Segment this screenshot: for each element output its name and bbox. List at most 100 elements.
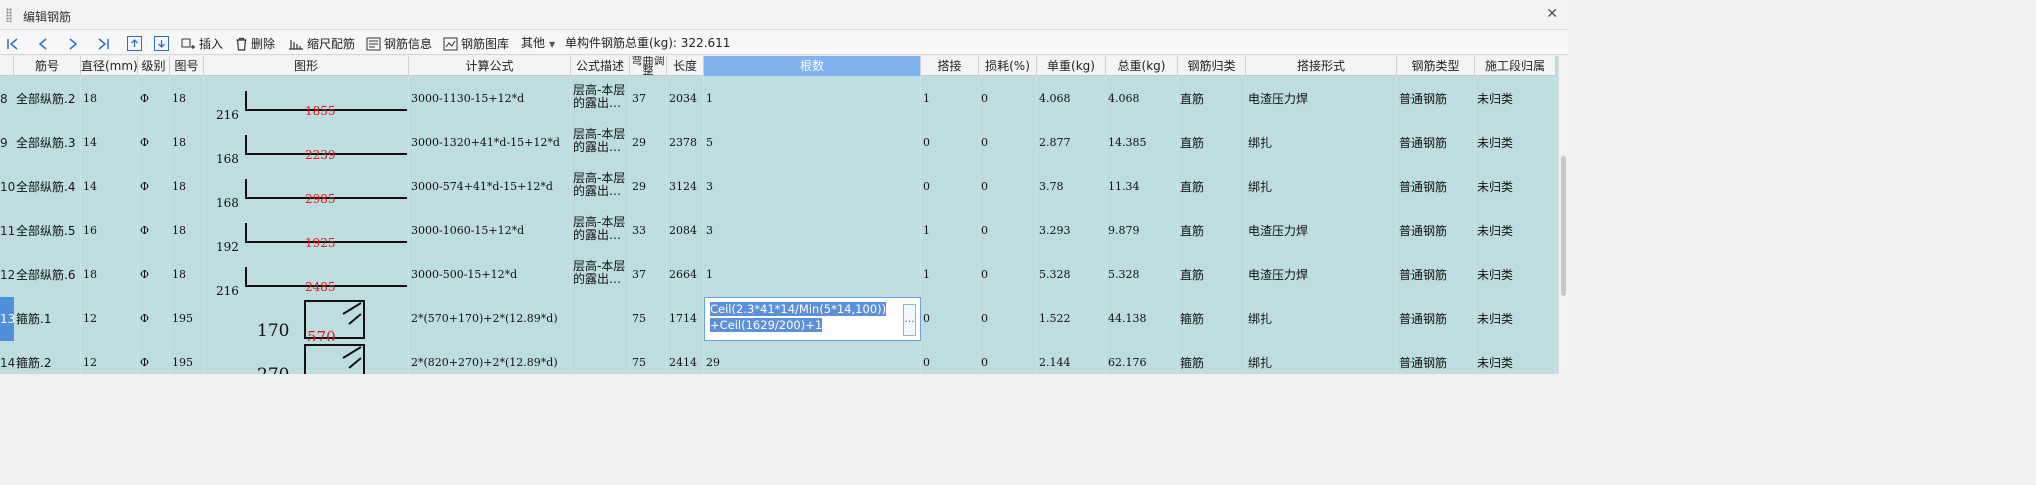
cell-length[interactable]: 2664	[667, 253, 704, 297]
cell-formula[interactable]: 3000-574+41*d-15+12*d	[409, 165, 571, 209]
cell-cat[interactable]: 直筋	[1178, 121, 1246, 165]
cell-dia[interactable]: 12	[81, 341, 138, 374]
cell-fig[interactable]: 18	[170, 253, 204, 297]
row-number[interactable]: 11	[0, 209, 15, 253]
cell-lap[interactable]: 1	[921, 77, 979, 121]
formula-edit-button[interactable]: ...	[903, 304, 916, 336]
cell-fig[interactable]: 18	[170, 165, 204, 209]
cell-type[interactable]: 普通钢筋	[1397, 297, 1475, 341]
cell-cat[interactable]: 箍筋	[1178, 341, 1246, 374]
cell-fig[interactable]: 195	[170, 297, 204, 341]
cell-lap[interactable]: 0	[921, 121, 979, 165]
header-rebar-type[interactable]: 钢筋类型	[1397, 56, 1475, 76]
cell-formula[interactable]: 2*(570+170)+2*(12.89*d)	[409, 297, 571, 341]
cell-formula[interactable]: 3000-1130-15+12*d	[409, 77, 571, 121]
cell-count[interactable]: 29	[704, 341, 921, 374]
cell-unit-w[interactable]: 5.328	[1037, 253, 1106, 297]
cell-length[interactable]: 3124	[667, 165, 704, 209]
cell-dia[interactable]: 18	[81, 253, 138, 297]
cell-type[interactable]: 普通钢筋	[1397, 77, 1475, 121]
cell-length[interactable]: 2414	[667, 341, 704, 374]
header-formula-desc[interactable]: 公式描述	[571, 56, 630, 76]
header-grade[interactable]: 级别	[138, 56, 170, 76]
cell-stage[interactable]: 未归类	[1475, 121, 1556, 165]
cell-cat[interactable]: 直筋	[1178, 253, 1246, 297]
previous-record-button[interactable]	[36, 35, 50, 51]
cell-desc[interactable]: 层高-本层的露出…	[571, 121, 630, 165]
cell-unit-w[interactable]: 3.78	[1037, 165, 1106, 209]
cell-unit-w[interactable]: 2.877	[1037, 121, 1106, 165]
table-row[interactable]: 14箍筋.212Φ195 270 820 2*(820+270)+2*(12.89*d…	[0, 341, 1556, 374]
cell-cat[interactable]: 直筋	[1178, 209, 1246, 253]
drag-grip-icon[interactable]	[6, 8, 12, 22]
rebar-library-button[interactable]: 钢筋图库	[443, 35, 509, 51]
cell-unit-w[interactable]: 4.068	[1037, 77, 1106, 121]
header-fig-no[interactable]: 图号	[170, 56, 204, 76]
header-lap[interactable]: 搭接	[921, 56, 979, 76]
cell-lap[interactable]: 1	[921, 209, 979, 253]
row-number[interactable]: 12	[0, 253, 15, 297]
cell-grade[interactable]: Φ	[138, 209, 170, 253]
cell-desc[interactable]	[571, 297, 630, 341]
cell-fig[interactable]: 18	[170, 121, 204, 165]
header-lap-type[interactable]: 搭接形式	[1246, 56, 1397, 76]
cell-shape[interactable]: 216 1855	[204, 77, 409, 121]
cell-type[interactable]: 普通钢筋	[1397, 121, 1475, 165]
cell-type[interactable]: 普通钢筋	[1397, 209, 1475, 253]
cell-loss[interactable]: 0	[979, 77, 1037, 121]
cell-desc[interactable]: 层高-本层的露出…	[571, 209, 630, 253]
cell-bend[interactable]: 29	[630, 165, 667, 209]
cell-length[interactable]: 2034	[667, 77, 704, 121]
cell-total-w[interactable]: 14.385	[1106, 121, 1178, 165]
cell-loss[interactable]: 0	[979, 209, 1037, 253]
insert-button[interactable]: 插入	[181, 35, 223, 51]
cell-total-w[interactable]: 9.879	[1106, 209, 1178, 253]
scale-rebar-button[interactable]: 缩尺配筋	[288, 35, 355, 51]
move-up-button[interactable]	[127, 35, 142, 51]
cell-name[interactable]: 全部纵筋.3	[14, 121, 81, 165]
cell-lap[interactable]: 0	[921, 341, 979, 374]
count-formula-text[interactable]: Ceil(2.3*41*14/Min(5*14,100)) +Ceil(1629…	[710, 301, 887, 333]
cell-name[interactable]: 箍筋.2	[14, 341, 81, 374]
cell-name[interactable]: 箍筋.1	[14, 297, 81, 341]
vertical-scrollbar[interactable]	[1558, 56, 1568, 374]
header-loss[interactable]: 损耗(%)	[979, 56, 1037, 76]
cell-total-w[interactable]: 5.328	[1106, 253, 1178, 297]
cell-bend[interactable]: 33	[630, 209, 667, 253]
rebar-info-button[interactable]: 钢筋信息	[366, 35, 432, 51]
header-shape[interactable]: 图形	[204, 56, 409, 76]
cell-formula[interactable]: 3000-1060-15+12*d	[409, 209, 571, 253]
header-count[interactable]: 根数	[704, 56, 921, 76]
header-formula[interactable]: 计算公式	[409, 56, 571, 76]
cell-cat[interactable]: 箍筋	[1178, 297, 1246, 341]
cell-loss[interactable]: 0	[979, 121, 1037, 165]
cell-dia[interactable]: 16	[81, 209, 138, 253]
cell-shape[interactable]: 270 820	[204, 341, 409, 374]
cell-lap-type[interactable]: 电渣压力焊	[1246, 77, 1397, 121]
cell-count[interactable]: 1	[704, 253, 921, 297]
cell-dia[interactable]: 12	[81, 297, 138, 341]
cell-stage[interactable]: 未归类	[1475, 341, 1556, 374]
cell-lap-type[interactable]: 电渣压力焊	[1246, 253, 1397, 297]
cell-dia[interactable]: 14	[81, 121, 138, 165]
cell-grade[interactable]: Φ	[138, 121, 170, 165]
cell-desc[interactable]: 层高-本层的露出…	[571, 253, 630, 297]
cell-cat[interactable]: 直筋	[1178, 165, 1246, 209]
cell-lap[interactable]: 0	[921, 165, 979, 209]
cell-bend[interactable]: 75	[630, 297, 667, 341]
table-row[interactable]: 8 全部纵筋.2 18 Φ 18 216 1855 3000-1130-15+12*d 层高-本…	[0, 77, 1556, 121]
cell-count[interactable]: 3	[704, 209, 921, 253]
scrollbar-thumb[interactable]	[1561, 156, 1566, 296]
cell-shape[interactable]: 168 2239	[204, 121, 409, 165]
header-bar-no[interactable]: 筋号	[14, 56, 81, 76]
table-row[interactable]: 9 全部纵筋.3 14 Φ 18 168 2239 3000-1320+41*d-15+12*…	[0, 121, 1556, 165]
cell-count[interactable]: 1	[704, 77, 921, 121]
cell-lap-type[interactable]: 绑扎	[1246, 165, 1397, 209]
cell-type[interactable]: 普通钢筋	[1397, 341, 1475, 374]
row-number[interactable]: 9	[0, 121, 14, 165]
cell-name[interactable]: 全部纵筋.4	[14, 165, 81, 209]
cell-lap[interactable]: 1	[921, 253, 979, 297]
header-total-weight[interactable]: 总重(kg)	[1106, 56, 1178, 76]
cell-bend[interactable]: 37	[630, 77, 667, 121]
header-bend-adjust[interactable]: 弯曲调整	[630, 56, 667, 76]
